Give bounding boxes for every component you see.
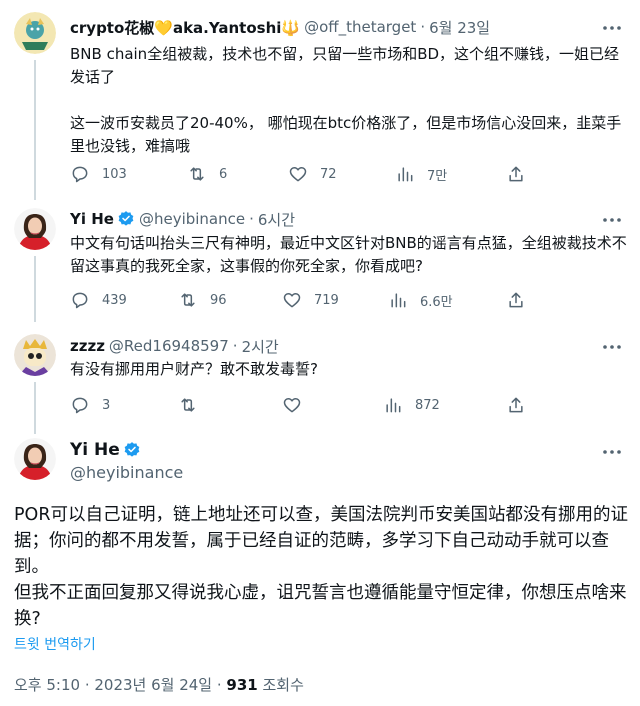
separator: ·	[232, 337, 238, 355]
translate-tweet-link[interactable]: 트윗 번역하기	[14, 634, 96, 654]
share-icon	[509, 292, 523, 308]
reply-icon	[72, 292, 88, 309]
tweet-paragraph: 但我不正面回复那又得说我心虚，诅咒誓言也遵循能量守恒定律，你想压点啥来换?	[14, 583, 627, 629]
analytics-icon	[398, 167, 413, 182]
thread-line	[34, 60, 36, 200]
reply-icon	[72, 166, 88, 183]
more-options-icon[interactable]	[602, 337, 622, 357]
reply-count: 439	[102, 292, 127, 308]
tweet-paragraph: 有没有挪用用户财产？敢不敢发毒誓?	[70, 360, 318, 378]
views-button[interactable]: 6.6만	[388, 288, 453, 312]
avatar[interactable]	[14, 438, 56, 480]
thread-line	[34, 256, 36, 322]
tweet-paragraph: 中文有句话叫抬头三尺有神明，最近中文区针对BNB的谣言有点猛，全组被裁技术不留这…	[70, 234, 627, 275]
view-count: 7만	[427, 168, 448, 184]
like-button[interactable]: 719	[282, 288, 339, 312]
main-tweet-text: POR可以自己证明，链上地址还可以查，美国法院判币安美国站都没有挪用的证据；你问…	[14, 502, 628, 632]
more-options-icon[interactable]	[602, 18, 622, 38]
like-button[interactable]: 72	[288, 162, 337, 186]
main-tweet: Yi He @heyibinance POR可以自己证明，链上地址还可以查，美国…	[0, 430, 640, 706]
retweet-icon	[181, 293, 195, 307]
handle[interactable]: @off_thetarget	[304, 18, 416, 36]
display-name[interactable]: Yi He	[70, 210, 114, 228]
like-count: 719	[314, 292, 339, 308]
timestamp[interactable]: 오후 5:10 · 2023년 6월 24일 ·	[14, 676, 226, 694]
tweet-header: crypto花椒💛aka.Yantoshi🔱 @off_thetarget · …	[70, 16, 490, 38]
heart-icon	[289, 167, 307, 182]
timestamp[interactable]: 6월 23일	[429, 17, 490, 38]
tweet-3[interactable]: zzzz @Red16948597 · 2시간 有没有挪用用户财产？敢不敢发毒誓…	[0, 318, 640, 434]
tweet-paragraph: POR可以自己证明，链上地址还可以查，美国法院判币安美国站都没有挪用的证据；你问…	[14, 505, 628, 577]
analytics-icon	[386, 398, 401, 413]
retweet-count: 6	[219, 166, 228, 182]
retweet-icon	[190, 167, 204, 181]
more-options-icon[interactable]	[602, 210, 622, 230]
retweet-count: 96	[210, 292, 227, 308]
heart-icon	[283, 293, 301, 308]
tweet-paragraph: BNB chain全组被裁，技术也不留，只留一些市场和BD，这个组不赚钱，一姐已…	[70, 45, 620, 86]
tweet-header: zzzz @Red16948597 · 2시간	[70, 335, 279, 357]
share-button[interactable]	[506, 288, 526, 312]
handle[interactable]: @Red16948597	[109, 337, 229, 355]
heart-icon	[283, 398, 301, 413]
action-bar: 103 6 72 7만	[70, 162, 540, 186]
more-options-icon[interactable]	[602, 442, 622, 462]
reply-button[interactable]: 3	[70, 393, 110, 417]
like-button[interactable]	[282, 393, 302, 417]
action-bar: 439 96 719 6.6만	[70, 288, 540, 312]
share-icon	[509, 397, 523, 413]
display-name[interactable]: zzzz	[70, 337, 105, 355]
retweet-button[interactable]	[178, 393, 198, 417]
view-count: 6.6만	[420, 294, 453, 310]
reply-icon	[72, 397, 88, 414]
view-label: 조회수	[257, 676, 304, 694]
separator: ·	[249, 210, 254, 228]
views-button[interactable]: 7만	[395, 162, 447, 186]
retweet-button[interactable]: 96	[178, 288, 227, 312]
analytics-icon	[391, 293, 406, 308]
avatar[interactable]	[14, 12, 56, 54]
verified-badge-icon	[118, 211, 134, 226]
handle[interactable]: @heyibinance	[70, 463, 183, 482]
view-count: 931	[226, 676, 258, 694]
share-button[interactable]	[506, 393, 526, 417]
tweet-header: Yi He @heyibinance · 6시간	[70, 208, 295, 230]
tweet-text: 有没有挪用用户财产？敢不敢发毒誓?	[70, 358, 630, 381]
display-name[interactable]: crypto花椒💛aka.Yantoshi🔱	[70, 17, 300, 38]
display-name[interactable]: Yi He	[70, 440, 120, 460]
tweet-timestamp-line: 오후 5:10 · 2023년 6월 24일 · 931 조회수	[14, 674, 304, 695]
handle[interactable]: @heyibinance	[139, 210, 245, 228]
views-button[interactable]: 872	[383, 393, 440, 417]
main-author: Yi He	[70, 440, 141, 460]
tweet-text: BNB chain全组被裁，技术也不留，只留一些市场和BD，这个组不赚钱，一姐已…	[70, 43, 630, 158]
avatar[interactable]	[14, 208, 56, 250]
avatar[interactable]	[14, 334, 56, 376]
timestamp[interactable]: 2시간	[242, 336, 279, 357]
share-button[interactable]	[506, 162, 526, 186]
reply-button[interactable]: 439	[70, 288, 127, 312]
reply-count: 103	[102, 166, 127, 182]
timestamp[interactable]: 6시간	[258, 209, 295, 230]
reply-button[interactable]: 103	[70, 162, 127, 186]
tweet-text: 中文有句话叫抬头三尺有神明，最近中文区针对BNB的谣言有点猛，全组被裁技术不留这…	[70, 232, 630, 278]
tweet-paragraph: 这一波币安裁员了20-40%， 哪怕现在btc价格涨了，但是市场信心没回来，韭菜…	[70, 114, 622, 155]
tweet-1[interactable]: crypto花椒💛aka.Yantoshi🔱 @off_thetarget · …	[0, 0, 640, 200]
view-count: 872	[415, 397, 440, 413]
verified-badge-icon	[124, 442, 140, 457]
share-icon	[509, 166, 523, 182]
retweet-icon	[181, 398, 195, 412]
thread-line	[34, 382, 36, 434]
like-count: 72	[320, 166, 337, 182]
separator: ·	[420, 18, 426, 36]
action-bar: 3 872	[70, 393, 540, 417]
retweet-button[interactable]: 6	[187, 162, 227, 186]
tweet-2[interactable]: Yi He @heyibinance · 6시간 中文有句话叫抬头三尺有神明，最…	[0, 196, 640, 322]
reply-count: 3	[102, 397, 111, 413]
